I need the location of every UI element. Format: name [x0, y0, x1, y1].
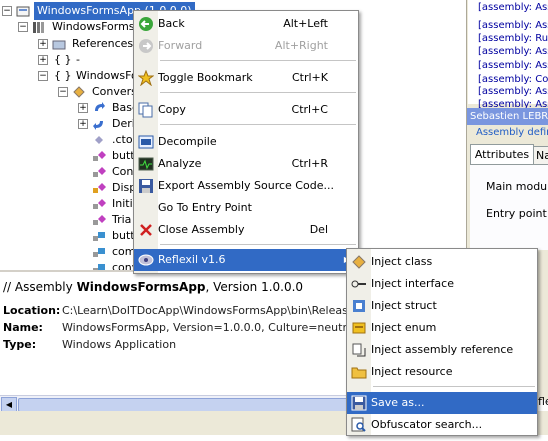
panel-title: Sebastien LEBRE — [467, 108, 548, 125]
location-label: Location: — [3, 304, 61, 317]
reference-icon — [351, 342, 367, 358]
private-field-icon — [92, 229, 106, 243]
namespace-icon: { } — [54, 69, 72, 82]
menu-item-analyze[interactable]: Analyze Ctrl+R — [134, 153, 358, 175]
folder-icon — [52, 37, 66, 51]
panel-subtitle: Assembly defin — [476, 127, 548, 138]
main-module-label: Main module — [486, 180, 548, 193]
derived-types-icon — [92, 117, 106, 131]
menu-item-inject-assembly-reference[interactable]: Inject assembly reference — [347, 339, 537, 361]
forward-icon — [138, 38, 154, 54]
entry-point-label: Entry point — [486, 207, 547, 220]
private-field-icon — [92, 149, 106, 163]
scroll-thumb[interactable] — [18, 398, 350, 412]
reflexil-submenu: Inject class Inject interface Inject str… — [346, 248, 538, 436]
menu-item-obfuscator-search[interactable]: Obfuscator search... — [347, 414, 537, 436]
menu-item-decompile[interactable]: Decompile — [134, 131, 358, 153]
attribute-line[interactable]: [assembly: Ass — [478, 20, 548, 34]
menu-item-goto-entry[interactable]: Go To Entry Point — [134, 197, 358, 219]
menu-item-reflexil[interactable]: Reflexil v1.6 ▶ — [134, 249, 358, 271]
name-value: WindowsFormsApp, Version=1.0.0.0, Cultur… — [62, 321, 385, 334]
search-icon — [351, 417, 367, 433]
decompile-icon — [138, 134, 154, 150]
type-label: Type: — [3, 338, 37, 351]
menu-item-save-as[interactable]: Save as... — [347, 392, 537, 414]
attribute-line[interactable]: [assembly: Ass — [478, 60, 548, 74]
protected-method-icon — [92, 181, 106, 195]
private-field-icon — [92, 261, 106, 270]
assembly-header: // Assembly WindowsFormsApp, Version 1.0… — [3, 280, 304, 294]
private-method-icon — [92, 213, 106, 227]
attribute-line[interactable]: [assembly: Ass — [478, 2, 548, 16]
base-types-icon — [92, 101, 106, 115]
menu-item-back[interactable]: Back Alt+Left — [134, 13, 358, 35]
assembly-icon — [16, 4, 30, 18]
panel-fragment: fle — [538, 395, 548, 408]
menu-item-inject-enum[interactable]: Inject enum — [347, 317, 537, 339]
back-icon — [138, 16, 154, 32]
menu-item-close-assembly[interactable]: Close Assembly Del — [134, 219, 358, 241]
save-disk-icon — [138, 178, 154, 194]
copy-icon — [138, 102, 154, 118]
enum-icon — [351, 320, 367, 336]
menu-item-inject-resource[interactable]: Inject resource — [347, 361, 537, 383]
module-icon — [32, 20, 46, 34]
attribute-line[interactable]: [assembly: Run — [478, 33, 548, 47]
context-menu: Back Alt+Left Forward Alt+Right Toggle B… — [133, 10, 359, 274]
attribute-line[interactable]: [assembly: Ass — [478, 46, 548, 60]
private-method-icon — [92, 165, 106, 179]
interface-icon — [351, 276, 367, 292]
close-icon — [138, 222, 154, 238]
private-method-icon — [92, 197, 106, 211]
tab-other[interactable]: Na — [533, 146, 548, 166]
struct-icon — [351, 298, 367, 314]
bookmark-icon — [137, 69, 155, 87]
menu-item-copy[interactable]: Copy Ctrl+C — [134, 99, 358, 121]
class-icon — [351, 254, 367, 270]
menu-item-inject-struct[interactable]: Inject struct — [347, 295, 537, 317]
reflexil-icon — [138, 252, 154, 268]
type-value: Windows Application — [62, 338, 177, 351]
tab-attributes[interactable]: Attributes — [470, 144, 534, 165]
menu-item-toggle-bookmark[interactable]: Toggle Bookmark Ctrl+K — [134, 67, 358, 89]
private-field-icon — [92, 245, 106, 259]
folder-icon — [351, 364, 367, 380]
attribute-line[interactable]: [assembly: Ass — [478, 86, 548, 100]
menu-item-inject-class[interactable]: Inject class — [347, 251, 537, 273]
menu-item-forward[interactable]: Forward Alt+Right — [134, 35, 358, 57]
scroll-left-icon[interactable]: ◀ — [1, 397, 17, 412]
name-label: Name: — [3, 321, 43, 334]
class-icon — [72, 85, 86, 99]
menu-item-inject-interface[interactable]: Inject interface — [347, 273, 537, 295]
analyze-icon — [138, 156, 154, 172]
menu-item-export-source[interactable]: Export Assembly Source Code... — [134, 175, 358, 197]
constructor-icon — [92, 133, 106, 147]
location-value: C:\Learn\DoITDocApp\WindowsFormsApp\bin\… — [62, 304, 386, 317]
save-disk-icon — [351, 395, 367, 411]
